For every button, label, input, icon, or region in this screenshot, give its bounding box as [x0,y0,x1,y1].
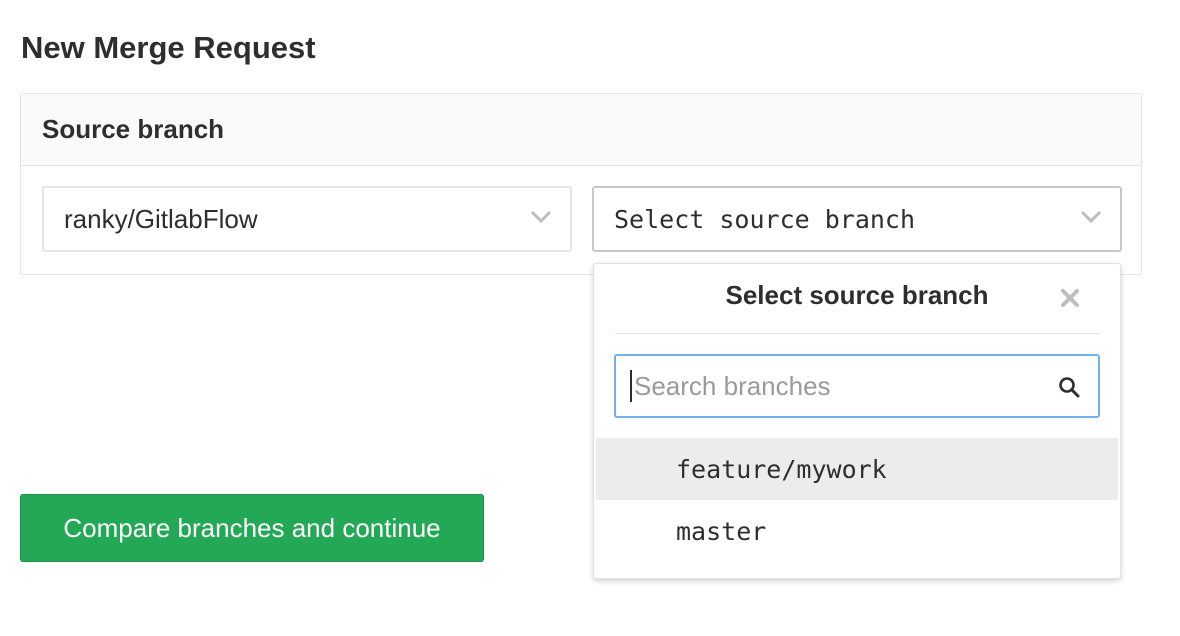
branch-list: feature/mywork master [596,438,1118,562]
source-branch-value: Select source branch [614,204,916,234]
branch-search-input[interactable] [630,370,1056,402]
branch-dropdown: Select source branch feature/mywork mast… [593,263,1121,579]
branch-item-master[interactable]: master [596,500,1118,562]
source-project-value: ranky/GitlabFlow [64,203,258,234]
chevron-down-icon [1080,210,1102,224]
close-icon[interactable] [1060,288,1080,308]
branch-search-field[interactable] [614,354,1100,418]
search-icon[interactable] [1058,376,1080,398]
source-branch-select[interactable]: Select source branch [592,186,1122,252]
source-branch-header: Source branch [21,94,1141,166]
page-title: New Merge Request [21,30,316,65]
chevron-down-icon [530,210,552,224]
dropdown-divider [614,333,1100,334]
source-branch-panel: Source branch ranky/GitlabFlow Select so… [20,93,1142,275]
source-project-select[interactable]: ranky/GitlabFlow [42,186,572,252]
dropdown-title: Select source branch [725,280,989,310]
compare-branches-button[interactable]: Compare branches and continue [20,494,484,562]
branch-item-feature-mywork[interactable]: feature/mywork [596,438,1118,500]
